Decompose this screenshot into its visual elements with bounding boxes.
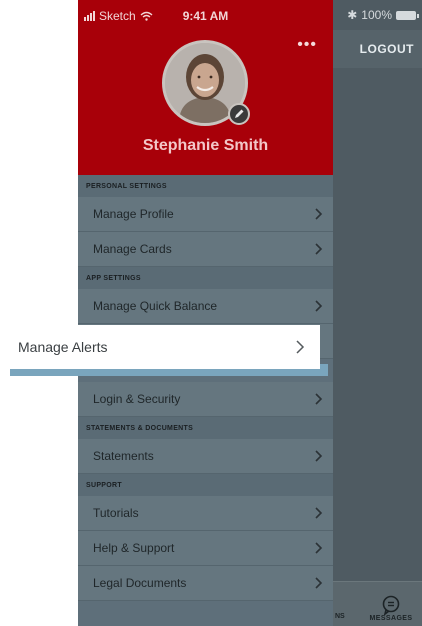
chevron-right-icon: [315, 393, 323, 405]
menu-item-label: Login & Security: [93, 392, 181, 406]
status-bar: Sketch 9:41 AM: [78, 0, 333, 30]
menu-item-label: Manage Alerts: [18, 339, 108, 355]
menu-item-manage-cards[interactable]: Manage Cards: [78, 232, 333, 267]
tab-messages-label: MESSAGES: [369, 615, 413, 622]
logout-button[interactable]: LOGOUT: [360, 42, 414, 56]
tab-partial-label[interactable]: NS: [335, 613, 345, 620]
section-app-settings: APP SETTINGS: [78, 267, 333, 289]
menu-item-label: Tutorials: [93, 506, 139, 520]
battery-icon: [396, 10, 419, 20]
side-drawer: Sketch 9:41 AM ••• Stephanie Smith PERSO…: [78, 0, 333, 626]
menu-item-manage-alerts[interactable]: Manage Alerts: [0, 325, 320, 369]
section-personal-settings: PERSONAL SETTINGS: [78, 175, 333, 197]
menu-item-label: Manage Profile: [93, 207, 174, 221]
chevron-right-icon: [315, 243, 323, 255]
chevron-right-icon: [296, 340, 305, 354]
menu-item-help-support[interactable]: Help & Support: [78, 531, 333, 566]
tab-messages[interactable]: MESSAGES: [366, 584, 416, 622]
menu-item-label: Statements: [93, 449, 154, 463]
chevron-right-icon: [315, 300, 323, 312]
more-dots-icon[interactable]: •••: [297, 36, 317, 54]
menu-item-label: Manage Cards: [93, 242, 172, 256]
chevron-right-icon: [315, 450, 323, 462]
profile-name: Stephanie Smith: [142, 137, 269, 154]
pencil-icon: [235, 109, 244, 118]
menu-item-label: Help & Support: [93, 541, 175, 555]
menu-item-legal-documents[interactable]: Legal Documents: [78, 566, 333, 601]
menu-item-manage-profile[interactable]: Manage Profile: [78, 197, 333, 232]
tab-bar: NS MESSAGES: [333, 581, 422, 626]
battery-percent: 100%: [361, 8, 392, 22]
section-statements-documents: STATEMENTS & DOCUMENTS: [78, 417, 333, 439]
main-screen-overlay[interactable]: ✱ 100% LOGOUT NS MESSAGES: [333, 0, 422, 626]
drawer-header: Sketch 9:41 AM ••• Stephanie Smith: [78, 0, 333, 175]
menu-item-label: Legal Documents: [93, 576, 187, 590]
bluetooth-icon: ✱: [347, 8, 358, 22]
chevron-right-icon: [315, 507, 323, 519]
chevron-right-icon: [315, 542, 323, 554]
menu-item-tutorials[interactable]: Tutorials: [78, 496, 333, 531]
menu-item-manage-quick-balance[interactable]: Manage Quick Balance: [78, 289, 333, 324]
menu-item-login-security[interactable]: Login & Security: [78, 382, 333, 417]
section-support: SUPPORT: [78, 474, 333, 496]
status-time: 9:41 AM: [182, 9, 229, 23]
chevron-right-icon: [315, 577, 323, 589]
chevron-right-icon: [315, 208, 323, 220]
edit-avatar-button[interactable]: [228, 103, 250, 125]
menu-item-label: Manage Quick Balance: [93, 299, 218, 313]
message-bubble-icon: [382, 595, 400, 615]
status-bar-right: ✱ 100%: [333, 0, 422, 30]
top-bar: LOGOUT: [333, 30, 422, 68]
menu-item-statements[interactable]: Statements: [78, 439, 333, 474]
